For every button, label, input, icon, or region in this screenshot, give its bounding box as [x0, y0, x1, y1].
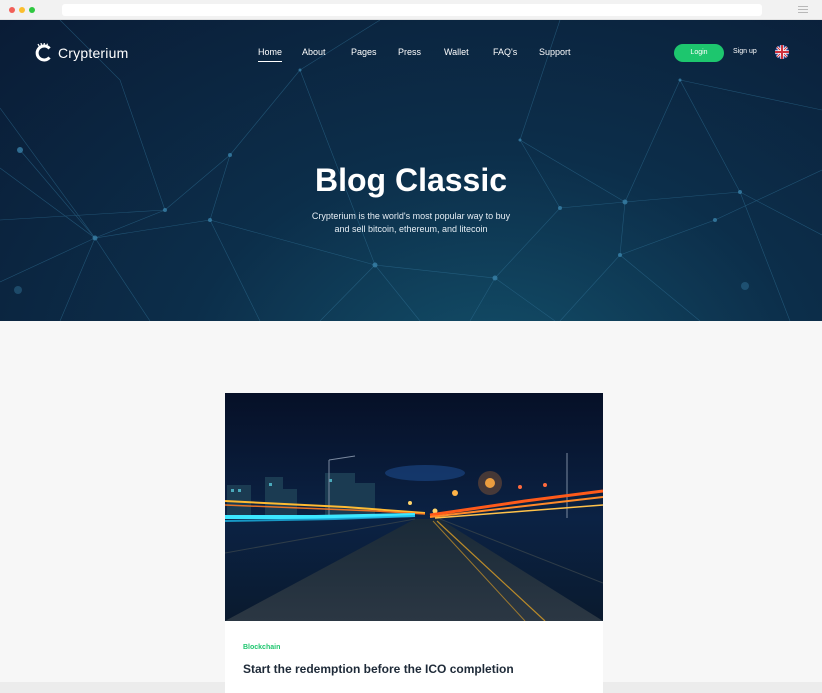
- page-title: Blog Classic: [0, 162, 822, 199]
- nav-item-about[interactable]: About: [302, 47, 326, 57]
- address-bar[interactable]: [62, 4, 762, 16]
- nav-item-pages[interactable]: Pages: [351, 47, 377, 57]
- night-road-light-trails-image: [225, 393, 603, 621]
- browser-menu-icon[interactable]: [798, 6, 808, 14]
- blog-content: Blockchain Start the redemption before t…: [0, 321, 822, 682]
- uk-flag-icon[interactable]: [775, 45, 789, 59]
- nav-item-faqs[interactable]: FAQ's: [493, 47, 517, 57]
- minimize-window-icon[interactable]: [19, 7, 25, 13]
- maximize-window-icon[interactable]: [29, 7, 35, 13]
- close-window-icon[interactable]: [9, 7, 15, 13]
- signup-link[interactable]: Sign up: [733, 48, 757, 55]
- nav-item-support[interactable]: Support: [539, 47, 571, 57]
- nav-item-home[interactable]: Home: [258, 47, 282, 57]
- hero-subtitle: Crypterium is the world's most popular w…: [306, 210, 516, 235]
- post-category[interactable]: Blockchain: [243, 644, 280, 651]
- post-image[interactable]: [225, 393, 603, 621]
- login-button[interactable]: Login: [674, 44, 724, 62]
- nav-item-press[interactable]: Press: [398, 47, 421, 57]
- post-title[interactable]: Start the redemption before the ICO comp…: [243, 662, 514, 676]
- hero-section: Crypterium Home About Pages Press Wallet…: [0, 20, 822, 321]
- browser-chrome: [0, 0, 822, 20]
- nav-item-wallet[interactable]: Wallet: [444, 47, 469, 57]
- blog-post-card[interactable]: Blockchain Start the redemption before t…: [225, 393, 603, 693]
